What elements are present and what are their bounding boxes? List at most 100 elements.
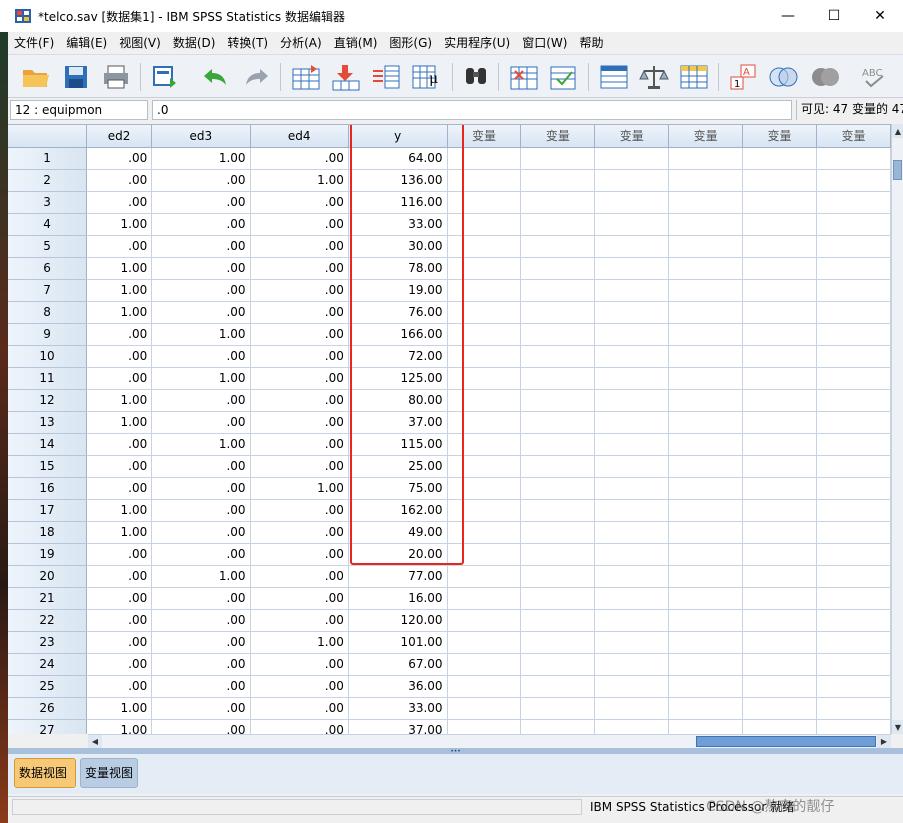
empty-cell[interactable] bbox=[668, 543, 744, 566]
empty-cell[interactable] bbox=[816, 323, 891, 346]
undo-icon[interactable] bbox=[200, 61, 232, 93]
row-number[interactable]: 4 bbox=[8, 213, 88, 236]
cell-ed3[interactable]: 1.00 bbox=[151, 565, 251, 588]
cell-ed2[interactable]: 1.00 bbox=[86, 521, 153, 544]
empty-cell[interactable] bbox=[742, 323, 817, 346]
scroll-down-icon[interactable]: ▼ bbox=[892, 720, 903, 734]
empty-variable-header[interactable]: 变量 bbox=[447, 125, 522, 148]
empty-cell[interactable] bbox=[816, 433, 891, 456]
empty-cell[interactable] bbox=[594, 719, 670, 734]
cell-ed2[interactable]: 1.00 bbox=[86, 697, 153, 720]
empty-cell[interactable] bbox=[668, 213, 744, 236]
empty-cell[interactable] bbox=[742, 631, 817, 654]
empty-cell[interactable] bbox=[816, 477, 891, 500]
empty-cell[interactable] bbox=[447, 411, 522, 434]
empty-cell[interactable] bbox=[520, 609, 596, 632]
empty-cell[interactable] bbox=[447, 631, 522, 654]
cell-y[interactable]: 78.00 bbox=[348, 257, 448, 280]
empty-variable-header[interactable]: 变量 bbox=[668, 125, 744, 148]
empty-cell[interactable] bbox=[668, 609, 744, 632]
empty-cell[interactable] bbox=[594, 543, 670, 566]
goto-variable-icon[interactable] bbox=[330, 61, 362, 93]
empty-cell[interactable] bbox=[816, 521, 891, 544]
empty-cell[interactable] bbox=[447, 213, 522, 236]
cell-ed2[interactable]: .00 bbox=[86, 675, 153, 698]
cell-ed2[interactable]: .00 bbox=[86, 367, 153, 390]
cell-y[interactable]: 80.00 bbox=[348, 389, 448, 412]
empty-cell[interactable] bbox=[816, 213, 891, 236]
row-number[interactable]: 16 bbox=[8, 477, 88, 500]
menu-direct-marketing[interactable]: 直销(M) bbox=[328, 32, 384, 54]
empty-cell[interactable] bbox=[594, 301, 670, 324]
cell-ed2[interactable]: .00 bbox=[86, 345, 153, 368]
cell-y[interactable]: 120.00 bbox=[348, 609, 448, 632]
vertical-scroll-thumb[interactable] bbox=[893, 160, 902, 180]
empty-cell[interactable] bbox=[668, 433, 744, 456]
empty-cell[interactable] bbox=[520, 323, 596, 346]
empty-cell[interactable] bbox=[742, 609, 817, 632]
split-file-icon[interactable] bbox=[598, 61, 630, 93]
empty-cell[interactable] bbox=[520, 345, 596, 368]
cell-ed3[interactable]: 1.00 bbox=[151, 367, 251, 390]
row-number[interactable]: 7 bbox=[8, 279, 88, 302]
empty-cell[interactable] bbox=[594, 147, 670, 170]
cell-ed4[interactable]: 1.00 bbox=[250, 169, 349, 192]
find-icon[interactable] bbox=[460, 61, 492, 93]
empty-cell[interactable] bbox=[594, 257, 670, 280]
cell-y[interactable]: 37.00 bbox=[348, 719, 448, 734]
cell-ed2[interactable]: .00 bbox=[86, 565, 153, 588]
empty-cell[interactable] bbox=[520, 433, 596, 456]
cell-ed3[interactable]: .00 bbox=[151, 279, 251, 302]
cell-ed3[interactable]: .00 bbox=[151, 653, 251, 676]
empty-cell[interactable] bbox=[668, 345, 744, 368]
empty-cell[interactable] bbox=[520, 521, 596, 544]
empty-cell[interactable] bbox=[668, 653, 744, 676]
empty-cell[interactable] bbox=[742, 499, 817, 522]
empty-cell[interactable] bbox=[742, 521, 817, 544]
empty-cell[interactable] bbox=[816, 653, 891, 676]
empty-cell[interactable] bbox=[816, 455, 891, 478]
empty-cell[interactable] bbox=[816, 719, 891, 734]
cell-ed2[interactable]: 1.00 bbox=[86, 719, 153, 734]
row-number[interactable]: 6 bbox=[8, 257, 88, 280]
cell-ed3[interactable]: .00 bbox=[151, 169, 251, 192]
cell-ed4[interactable]: .00 bbox=[250, 675, 349, 698]
cell-y[interactable]: 36.00 bbox=[348, 675, 448, 698]
row-number[interactable]: 8 bbox=[8, 301, 88, 324]
row-number[interactable]: 25 bbox=[8, 675, 88, 698]
empty-cell[interactable] bbox=[520, 477, 596, 500]
cell-ed3[interactable]: .00 bbox=[151, 213, 251, 236]
empty-cell[interactable] bbox=[520, 455, 596, 478]
empty-cell[interactable] bbox=[594, 477, 670, 500]
empty-cell[interactable] bbox=[447, 257, 522, 280]
empty-cell[interactable] bbox=[594, 433, 670, 456]
cell-ed4[interactable]: 1.00 bbox=[250, 477, 349, 500]
cell-ed4[interactable]: .00 bbox=[250, 323, 349, 346]
cell-ed3[interactable]: .00 bbox=[151, 301, 251, 324]
empty-cell[interactable] bbox=[520, 653, 596, 676]
cell-y[interactable]: 20.00 bbox=[348, 543, 448, 566]
row-number[interactable]: 9 bbox=[8, 323, 88, 346]
empty-cell[interactable] bbox=[816, 609, 891, 632]
row-number[interactable]: 12 bbox=[8, 389, 88, 412]
open-folder-icon[interactable] bbox=[20, 61, 52, 93]
cell-ed2[interactable]: .00 bbox=[86, 235, 153, 258]
empty-variable-header[interactable]: 变量 bbox=[816, 125, 891, 148]
empty-cell[interactable] bbox=[447, 587, 522, 610]
cell-y[interactable]: 49.00 bbox=[348, 521, 448, 544]
empty-cell[interactable] bbox=[668, 455, 744, 478]
empty-cell[interactable] bbox=[742, 389, 817, 412]
row-number[interactable]: 24 bbox=[8, 653, 88, 676]
empty-cell[interactable] bbox=[742, 565, 817, 588]
cell-y[interactable]: 33.00 bbox=[348, 213, 448, 236]
empty-cell[interactable] bbox=[816, 411, 891, 434]
empty-cell[interactable] bbox=[742, 697, 817, 720]
row-number[interactable]: 3 bbox=[8, 191, 88, 214]
empty-cell[interactable] bbox=[594, 367, 670, 390]
tab-variable-view[interactable]: 变量视图 bbox=[80, 758, 138, 788]
row-number[interactable]: 19 bbox=[8, 543, 88, 566]
empty-cell[interactable] bbox=[520, 675, 596, 698]
cell-y[interactable]: 64.00 bbox=[348, 147, 448, 170]
cell-ed3[interactable]: .00 bbox=[151, 411, 251, 434]
empty-cell[interactable] bbox=[668, 257, 744, 280]
